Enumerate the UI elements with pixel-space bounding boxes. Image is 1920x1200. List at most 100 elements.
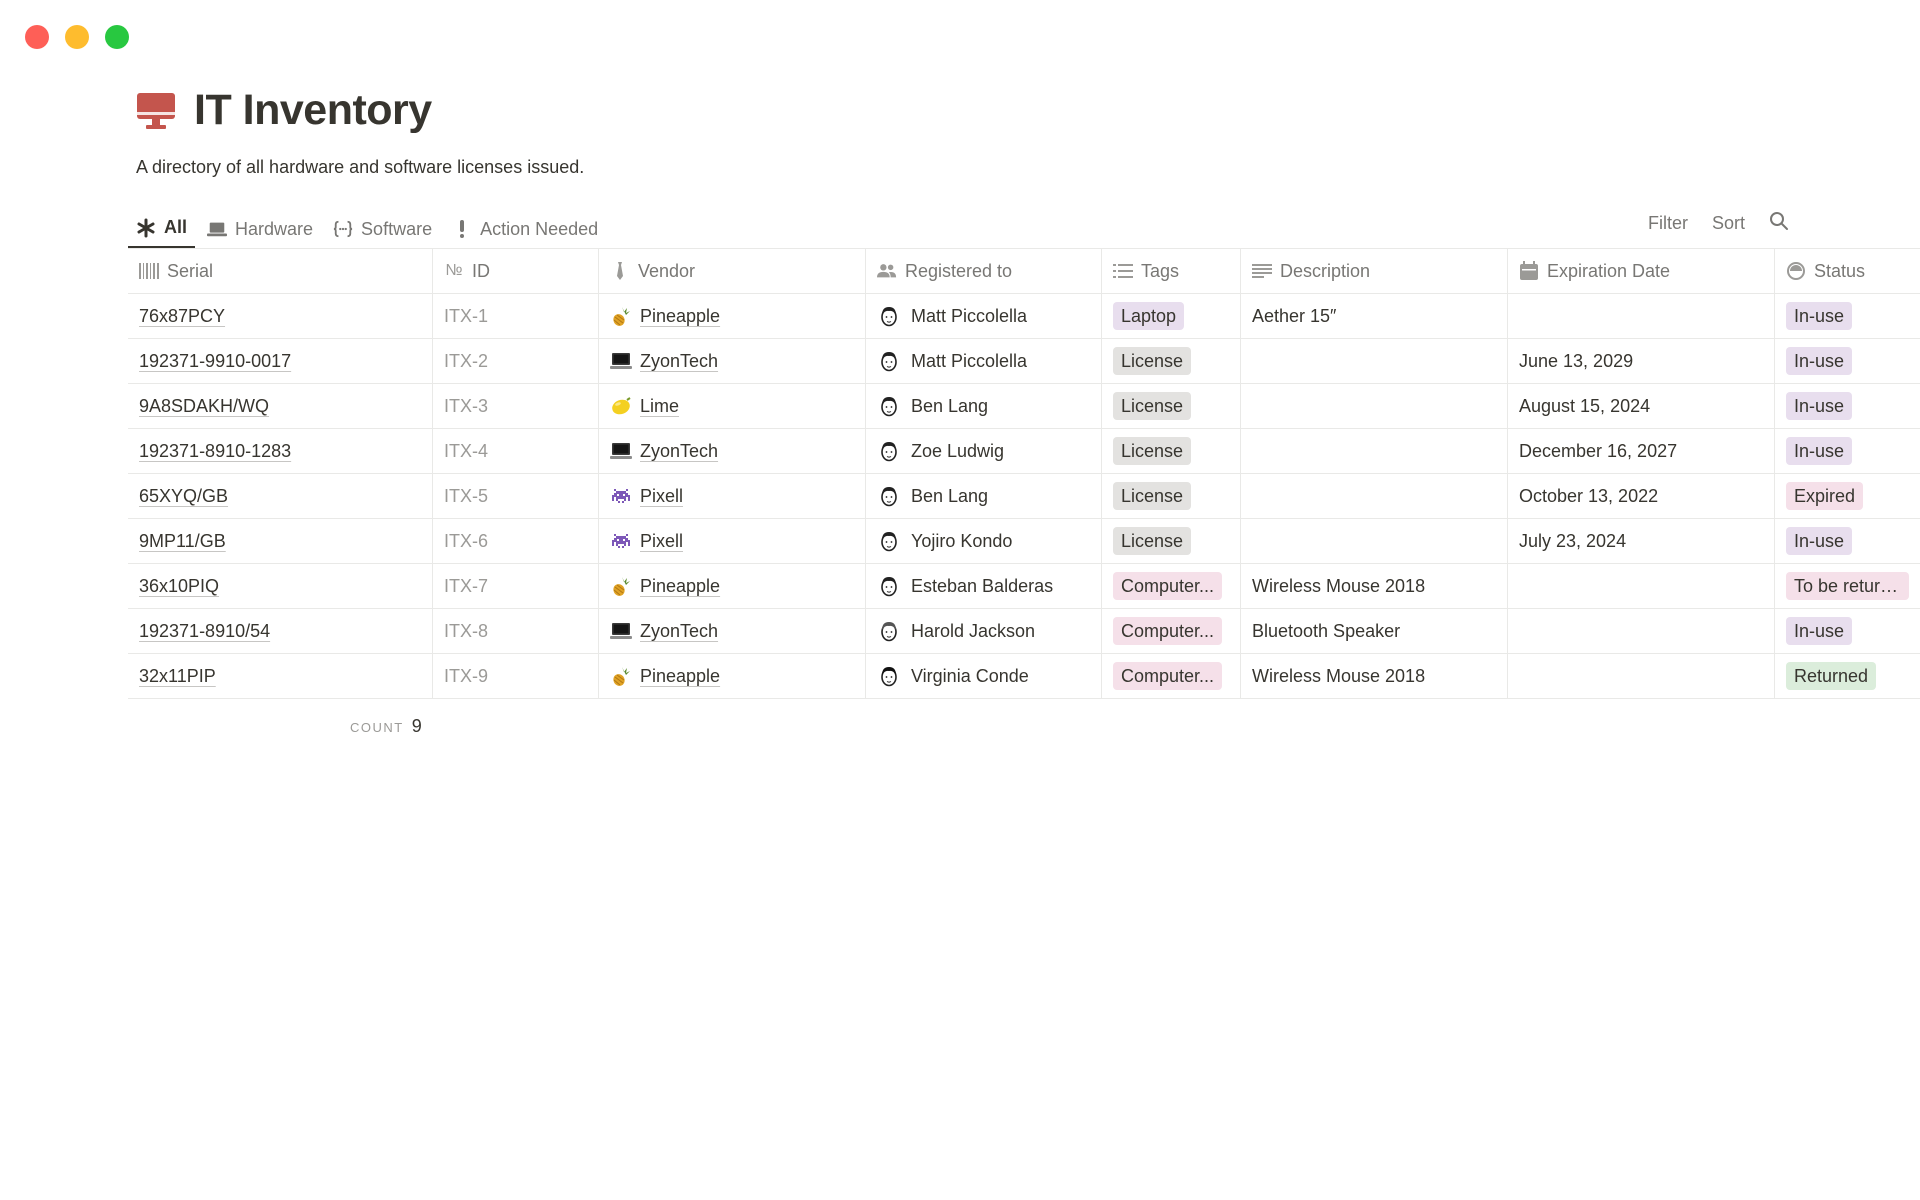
serial-link[interactable]: 76x87PCY [139, 306, 225, 327]
serial-cell[interactable]: 76x87PCY [128, 294, 433, 338]
registered-to-cell[interactable]: Ben Lang [866, 384, 1102, 428]
tab-action-needed[interactable]: Action Needed [444, 209, 606, 249]
table-row[interactable]: 32x11PIP ITX-9 Pineapple Virginia Conde Comp… [128, 654, 1920, 699]
vendor-cell[interactable]: Pineapple [599, 654, 866, 698]
table-row[interactable]: 9A8SDAKH/WQ ITX-3 Lime Ben Lang License Augus… [128, 384, 1920, 429]
description-cell[interactable] [1241, 519, 1508, 563]
status-cell[interactable]: In-use [1775, 609, 1920, 653]
vendor-cell[interactable]: Pineapple [599, 564, 866, 608]
serial-link[interactable]: 192371-9910-0017 [139, 351, 291, 372]
person[interactable]: Yojiro Kondo [877, 529, 1012, 553]
page-description[interactable]: A directory of all hardware and software… [136, 157, 584, 178]
vendor-link[interactable]: ZyonTech [610, 440, 718, 462]
vendor-link[interactable]: ZyonTech [610, 620, 718, 642]
serial-link[interactable]: 65XYQ/GB [139, 486, 228, 507]
zoom-window-button[interactable] [105, 25, 129, 49]
column-header-vendor[interactable]: Vendor [599, 249, 866, 293]
id-cell[interactable]: ITX-7 [433, 564, 599, 608]
expiration-date-cell[interactable] [1508, 654, 1775, 698]
expiration-date-cell[interactable]: December 16, 2027 [1508, 429, 1775, 473]
description-cell[interactable]: Wireless Mouse 2018 [1241, 564, 1508, 608]
table-row[interactable]: 65XYQ/GB ITX-5 Pixell Ben Lang License Octobe… [128, 474, 1920, 519]
vendor-cell[interactable]: Pixell [599, 519, 866, 563]
column-header-serial[interactable]: Serial [128, 249, 433, 293]
tab-software[interactable]: Software [325, 209, 440, 249]
table-row[interactable]: 36x10PIQ ITX-7 Pineapple Esteban Balderas Co… [128, 564, 1920, 609]
tags-cell[interactable]: License [1102, 384, 1241, 428]
status-cell[interactable]: In-use [1775, 384, 1920, 428]
expiration-date-cell[interactable]: July 23, 2024 [1508, 519, 1775, 563]
status-cell[interactable]: Expired [1775, 474, 1920, 518]
tags-cell[interactable]: Laptop [1102, 294, 1241, 338]
serial-cell[interactable]: 65XYQ/GB [128, 474, 433, 518]
serial-link[interactable]: 192371-8910-1283 [139, 441, 291, 462]
id-cell[interactable]: ITX-8 [433, 609, 599, 653]
person[interactable]: Ben Lang [877, 484, 988, 508]
id-cell[interactable]: ITX-1 [433, 294, 599, 338]
registered-to-cell[interactable]: Yojiro Kondo [866, 519, 1102, 563]
vendor-link[interactable]: Pineapple [610, 665, 720, 687]
vendor-link[interactable]: Lime [610, 395, 679, 417]
expiration-date-cell[interactable]: June 13, 2029 [1508, 339, 1775, 383]
serial-cell[interactable]: 36x10PIQ [128, 564, 433, 608]
serial-link[interactable]: 32x11PIP [139, 666, 216, 687]
registered-to-cell[interactable]: Esteban Balderas [866, 564, 1102, 608]
desktop-monitor-icon[interactable] [136, 91, 176, 131]
vendor-cell[interactable]: Pineapple [599, 294, 866, 338]
tags-cell[interactable]: Computer... [1102, 609, 1241, 653]
serial-cell[interactable]: 32x11PIP [128, 654, 433, 698]
tags-cell[interactable]: License [1102, 339, 1241, 383]
table-row[interactable]: 9MP11/GB ITX-6 Pixell Yojiro Kondo License Ju… [128, 519, 1920, 564]
status-cell[interactable]: In-use [1775, 519, 1920, 563]
tags-cell[interactable]: Computer... [1102, 564, 1241, 608]
serial-link[interactable]: 9A8SDAKH/WQ [139, 396, 269, 417]
registered-to-cell[interactable]: Harold Jackson [866, 609, 1102, 653]
description-cell[interactable]: Aether 15″ [1241, 294, 1508, 338]
status-cell[interactable]: In-use [1775, 429, 1920, 473]
close-window-button[interactable] [25, 25, 49, 49]
status-cell[interactable]: Returned [1775, 654, 1920, 698]
serial-cell[interactable]: 192371-8910/54 [128, 609, 433, 653]
table-row[interactable]: 192371-8910-1283 ITX-4 ZyonTech Zoe Ludwig L… [128, 429, 1920, 474]
serial-link[interactable]: 192371-8910/54 [139, 621, 270, 642]
filter-button[interactable]: Filter [1648, 213, 1688, 234]
status-cell[interactable]: In-use [1775, 339, 1920, 383]
sort-button[interactable]: Sort [1712, 213, 1745, 234]
registered-to-cell[interactable]: Ben Lang [866, 474, 1102, 518]
tags-cell[interactable]: Computer... [1102, 654, 1241, 698]
description-cell[interactable]: Wireless Mouse 2018 [1241, 654, 1508, 698]
minimize-window-button[interactable] [65, 25, 89, 49]
tags-cell[interactable]: License [1102, 474, 1241, 518]
column-header-status[interactable]: Status [1775, 249, 1920, 293]
description-cell[interactable] [1241, 474, 1508, 518]
status-cell[interactable]: To be returned [1775, 564, 1920, 608]
id-cell[interactable]: ITX-6 [433, 519, 599, 563]
vendor-link[interactable]: Pixell [610, 485, 683, 507]
registered-to-cell[interactable]: Zoe Ludwig [866, 429, 1102, 473]
registered-to-cell[interactable]: Virginia Conde [866, 654, 1102, 698]
description-cell[interactable] [1241, 384, 1508, 428]
vendor-link[interactable]: ZyonTech [610, 350, 718, 372]
expiration-date-cell[interactable] [1508, 609, 1775, 653]
id-cell[interactable]: ITX-9 [433, 654, 599, 698]
search-icon[interactable] [1769, 211, 1789, 236]
vendor-cell[interactable]: Lime [599, 384, 866, 428]
vendor-link[interactable]: Pixell [610, 530, 683, 552]
status-cell[interactable]: In-use [1775, 294, 1920, 338]
id-cell[interactable]: ITX-2 [433, 339, 599, 383]
id-cell[interactable]: ITX-5 [433, 474, 599, 518]
person[interactable]: Harold Jackson [877, 619, 1035, 643]
person[interactable]: Matt Piccolella [877, 349, 1027, 373]
description-cell[interactable]: Bluetooth Speaker [1241, 609, 1508, 653]
vendor-cell[interactable]: ZyonTech [599, 609, 866, 653]
serial-link[interactable]: 36x10PIQ [139, 576, 219, 597]
id-cell[interactable]: ITX-3 [433, 384, 599, 428]
person[interactable]: Zoe Ludwig [877, 439, 1004, 463]
tags-cell[interactable]: License [1102, 519, 1241, 563]
id-cell[interactable]: ITX-4 [433, 429, 599, 473]
column-header-id[interactable]: № ID [433, 249, 599, 293]
tab-hardware[interactable]: Hardware [199, 209, 321, 249]
tags-cell[interactable]: License [1102, 429, 1241, 473]
registered-to-cell[interactable]: Matt Piccolella [866, 339, 1102, 383]
column-header-expiration-date[interactable]: Expiration Date [1508, 249, 1775, 293]
